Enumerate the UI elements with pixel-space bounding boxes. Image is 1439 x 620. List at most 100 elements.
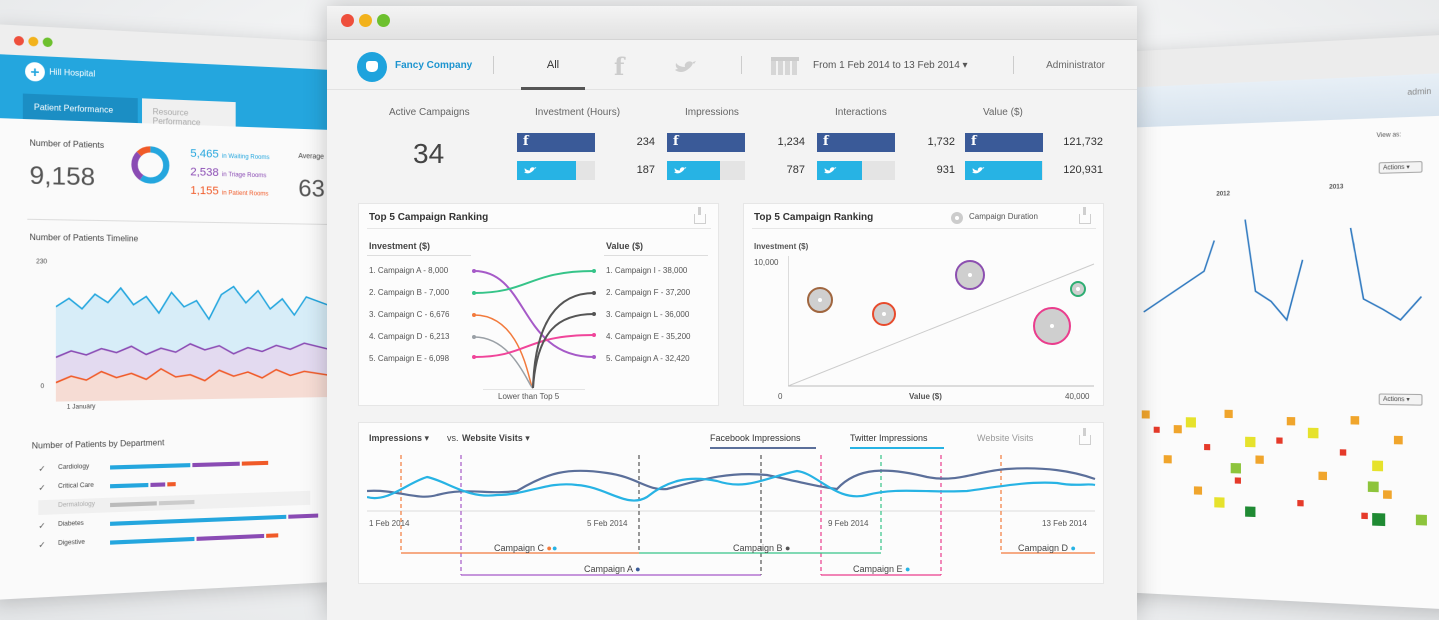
date-tick: 9 Feb 2014 [828,519,869,528]
sales-line-charts [1134,194,1439,354]
actions-dropdown[interactable]: Actions ▾ [1378,393,1423,406]
date-tick: 1 Feb 2014 [369,519,410,528]
legend-twitter-impressions[interactable]: Twitter Impressions [850,433,928,443]
twitter-icon [524,167,537,174]
metric2-dropdown[interactable]: Website Visits ▾ [462,433,530,444]
hospital-cross-icon: + [25,61,45,82]
ranking-panel: Top 5 Campaign Ranking Investment ($) Va… [358,203,719,406]
patients-title: Number of Patients [29,138,105,151]
scatter-title: Top 5 Campaign Ranking [754,212,874,223]
twitter-value: 187 [636,164,655,176]
tab-patient-performance[interactable]: Patient Performance [22,93,138,124]
investment-rank-item[interactable]: 1. Campaign A - 8,000 [369,266,448,275]
facebook-kpi: f 234 [517,133,655,152]
value-rank-item[interactable]: 2. Campaign F - 37,200 [606,288,690,297]
value-rank-item[interactable]: 3. Campaign L - 36,000 [606,310,689,319]
lower-than-top5-label: Lower than Top 5 [498,392,560,401]
date-tick: 13 Feb 2014 [1042,519,1087,528]
vs-label: vs. [447,433,459,443]
metric1-dropdown[interactable]: Impressions ▾ [369,433,429,444]
facebook-icon: f [523,134,529,149]
legend-underline [710,447,816,449]
investment-rank-item[interactable]: 3. Campaign C - 6,676 [369,310,450,319]
calendar-icon[interactable] [771,57,799,75]
admin-menu[interactable]: admin [1407,86,1431,97]
company-logo-icon[interactable] [357,52,387,82]
active-campaigns-value: 34 [413,138,445,169]
zoom-dot[interactable] [377,14,390,27]
facebook-kpi: f 1,234 [667,133,805,152]
minimize-dot[interactable] [359,14,372,27]
company-name[interactable]: Fancy Company [395,60,472,71]
scatter-panel: Top 5 Campaign Ranking Campaign Duration… [743,203,1104,406]
investment-rank-item[interactable]: 5. Campaign E - 6,098 [369,354,449,363]
share-icon[interactable] [694,207,706,224]
campaign-e-label: Campaign E ● [853,564,911,574]
legend-facebook-impressions[interactable]: Facebook Impressions [710,433,801,443]
value-rank-item[interactable]: 1. Campaign I - 38,000 [606,266,687,275]
investment-header: Investment ($) [369,241,431,251]
facebook-value: 1,234 [777,136,805,148]
twitter-filter-icon[interactable] [673,60,697,74]
facebook-kpi: f 1,732 [817,133,955,152]
share-icon[interactable] [1079,207,1091,224]
zoom-dot[interactable] [42,37,53,48]
campaign-c-label: Campaign C ●● [494,543,558,553]
check-icon[interactable]: ✓ [38,464,45,474]
date-tick: 5 Feb 2014 [587,519,628,528]
campaign-a-label: Campaign A ● [584,564,641,574]
value-rank-item[interactable]: 5. Campaign A - 32,420 [606,354,690,363]
twitter-icon [824,167,837,174]
facebook-kpi: f 121,732 [965,133,1103,152]
scatter-y-label: Investment ($) [754,242,809,251]
date-range-selector[interactable]: From 1 Feb 2014 to 13 Feb 2014 ▾ [813,60,968,71]
investment-rank-item[interactable]: 4. Campaign D - 6,213 [369,332,450,341]
bubbles [807,260,1086,345]
kpi-title: Investment (Hours) [535,107,621,118]
campaign-duration-label[interactable]: Campaign Duration [969,212,1038,221]
legend-website-visits[interactable]: Website Visits [977,433,1033,443]
stat-triage: 2,538 in Triage Rooms [190,166,267,180]
close-dot[interactable] [13,35,24,46]
window-controls [13,35,53,48]
campaign-d-label: Campaign D ● [1018,543,1076,553]
tab-resource-performance[interactable]: Resource Performance [142,98,236,127]
kpi-title: Interactions [835,107,887,118]
facebook-filter-icon[interactable]: f [614,52,624,81]
average-value: 63 [298,175,325,203]
twitter-value: 787 [786,164,805,176]
campaign-dashboard-window: Fancy Company All f From 1 Feb 2014 to 1… [327,6,1137,620]
hospital-dashboard-window: + Hill Hospital Patient Performance Reso… [0,24,333,600]
share-icon[interactable] [1079,428,1091,445]
kpi-title: Impressions [685,107,739,118]
campaign-duration-toggle-icon[interactable] [951,212,963,224]
administrator-menu[interactable]: Administrator [1046,60,1105,71]
facebook-value: 121,732 [1063,136,1103,148]
flow-dots [472,269,596,359]
year-2013: 2013 [1329,184,1344,191]
value-rank-item[interactable]: 4. Campaign E - 35,200 [606,332,691,341]
timeline-ymin: 0 [40,383,45,391]
top-navbar: Fancy Company All f From 1 Feb 2014 to 1… [327,40,1137,90]
check-icon[interactable]: ✓ [38,540,45,550]
twitter-kpi: 787 [667,161,805,180]
investment-rank-item[interactable]: 2. Campaign B - 7,000 [369,288,449,297]
actions-dropdown[interactable]: Actions ▾ [1378,160,1423,174]
facebook-value: 1,732 [927,136,955,148]
sales-dashboard-window: admin View as: Actions ▾ 2012 2013 Actio… [1120,34,1439,610]
divider [493,56,494,74]
check-icon[interactable]: ✓ [38,483,45,493]
tab-all[interactable]: All [521,40,585,90]
divider [741,56,742,74]
scatter-y-max: 10,000 [754,258,779,267]
twitter-value: 120,931 [1063,164,1103,176]
main-titlebar [327,6,1137,40]
close-dot[interactable] [341,14,354,27]
divider [27,218,331,225]
timeline-title: Number of Patients Timeline [29,232,139,244]
active-campaigns-title: Active Campaigns [389,107,470,118]
check-icon[interactable]: ✓ [38,521,45,531]
kpi-title: Value ($) [983,107,1023,118]
impressions-timeline-chart [367,455,1096,576]
minimize-dot[interactable] [28,36,39,47]
